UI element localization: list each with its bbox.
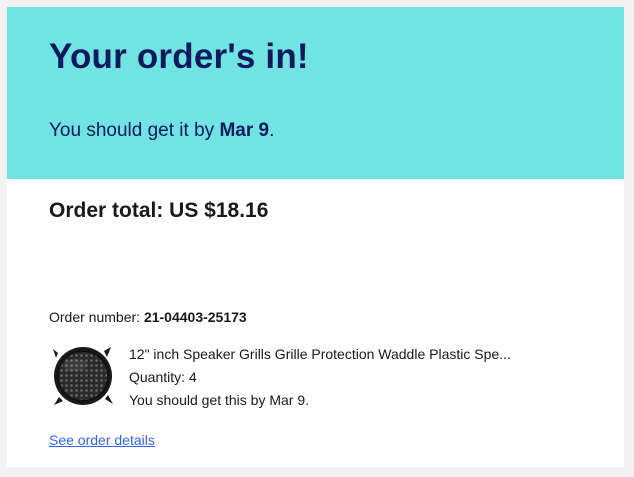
order-total: Order total: US $18.16: [49, 199, 269, 222]
item-title[interactable]: 12" inch Speaker Grills Grille Protectio…: [129, 343, 549, 366]
delivery-estimate: You should get it by Mar 9.: [49, 120, 274, 142]
order-number: Order number: 21-04403-25173: [49, 309, 247, 325]
delivery-estimate-prefix: You should get it by: [49, 120, 220, 141]
see-order-details-link[interactable]: See order details: [49, 432, 155, 448]
order-number-label: Order number:: [49, 309, 141, 325]
order-item: 12" inch Speaker Grills Grille Protectio…: [49, 343, 609, 409]
confirmation-heading: Your order's in!: [49, 37, 309, 76]
item-info: 12" inch Speaker Grills Grille Protectio…: [129, 343, 549, 412]
item-delivery-estimate: You should get this by Mar 9.: [129, 392, 310, 408]
item-quantity: Quantity: 4: [129, 369, 197, 385]
delivery-estimate-suffix: .: [269, 120, 275, 141]
order-number-value: 21-04403-25173: [143, 309, 247, 325]
delivery-estimate-date: Mar 9: [219, 120, 270, 141]
order-confirmation-card: Your order's in! You should get it by Ma…: [7, 7, 624, 467]
speaker-grill-icon[interactable]: [49, 343, 121, 409]
confirmation-banner: Your order's in! You should get it by Ma…: [7, 7, 624, 179]
